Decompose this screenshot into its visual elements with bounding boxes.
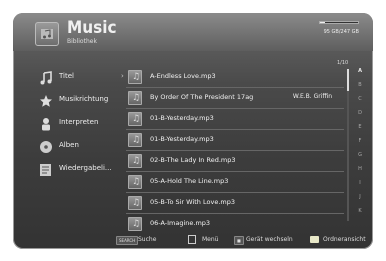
page-title: Music — [67, 18, 117, 38]
scrollbar[interactable] — [347, 69, 349, 221]
track-title: 02-B-The Lady In Red.mp3 — [150, 156, 236, 164]
alphabet-letter[interactable]: K — [355, 208, 365, 214]
list-item[interactable]: ♫ 02-B-The Lady In Red.mp3 — [126, 151, 344, 172]
menu-key-label: Menü — [202, 236, 219, 243]
alphabet-letter[interactable]: D — [355, 110, 365, 116]
screen: Music Bibliothek 95 GB/247 GB Titel › Mu… — [0, 0, 386, 261]
list-item[interactable]: ♫ 05-B-To Sir With Love.mp3 — [126, 193, 344, 214]
list-item[interactable]: ♫ By Order Of The President 17ag W.E.B. … — [126, 88, 344, 109]
search-key-badge: SEARCH — [116, 236, 139, 245]
footer-key-guide: SEARCH Suche Menü ■ Gerät wechseln Ordne… — [13, 231, 373, 249]
alphabet-letter[interactable]: E — [355, 124, 365, 130]
page-indicator: 1/10 — [337, 60, 349, 66]
sidebar-item-label: Alben — [59, 141, 79, 149]
music-file-icon: ♫ — [128, 196, 142, 210]
sidebar-item-wiedergabelisten[interactable]: Wiedergabeli... — [39, 160, 117, 180]
music-file-icon: ♫ — [128, 112, 142, 126]
sidebar-item-label: Interpreten — [59, 118, 99, 126]
alphabet-letter[interactable]: H — [355, 166, 365, 172]
track-title: 01-B-Yesterday.mp3 — [150, 135, 214, 143]
music-note-icon — [39, 70, 53, 85]
menu-icon — [188, 235, 196, 244]
track-title: 01-B-Yesterday.mp3 — [150, 114, 214, 122]
alphabet-letter[interactable]: F — [355, 138, 365, 144]
sidebar-item-alben[interactable]: Alben — [39, 137, 117, 157]
storage-bar — [319, 21, 359, 24]
folder-view-label: Ordneransicht — [323, 236, 366, 243]
storage-indicator: 95 GB/247 GB — [319, 21, 359, 35]
track-artist: W.E.B. Griffin — [292, 93, 332, 100]
page-subtitle: Bibliothek — [67, 38, 97, 45]
track-title: A-Endless Love.mp3 — [150, 72, 216, 80]
scrollbar-thumb[interactable] — [347, 69, 349, 91]
storage-text: 95 GB/247 GB — [323, 29, 359, 35]
alphabet-letter[interactable]: C — [355, 96, 365, 102]
track-title: 05-A-Hold The Line.mp3 — [150, 177, 229, 185]
track-title: 05-B-To Sir With Love.mp3 — [150, 198, 235, 206]
device-key-badge: ■ — [234, 236, 244, 245]
search-key-label: Suche — [138, 236, 157, 243]
music-library-panel: Music Bibliothek 95 GB/247 GB Titel › Mu… — [13, 13, 373, 249]
alphabet-letter[interactable]: I — [355, 180, 365, 186]
music-folder-icon — [35, 22, 59, 46]
playlist-icon — [39, 162, 53, 176]
sidebar-item-label: Musikrichtung — [59, 95, 109, 103]
music-file-icon: ♫ — [128, 91, 142, 105]
alphabet-letter[interactable]: B — [355, 82, 365, 88]
track-title: 06-A-Imagine.mp3 — [150, 219, 211, 227]
music-file-icon: ♫ — [128, 217, 142, 231]
alphabet-letter[interactable]: G — [355, 152, 365, 158]
list-item[interactable]: ♫ A-Endless Love.mp3 — [126, 67, 344, 88]
list-item[interactable]: ♫ 05-A-Hold The Line.mp3 — [126, 172, 344, 193]
alphabet-letter[interactable]: J — [355, 194, 365, 200]
storage-fill — [320, 22, 326, 23]
list-item[interactable]: ♫ 01-B-Yesterday.mp3 — [126, 109, 344, 130]
sidebar-item-titel[interactable]: Titel › — [39, 68, 124, 88]
music-file-icon: ♫ — [128, 133, 142, 147]
music-file-icon: ♫ — [128, 175, 142, 189]
yellow-key-icon — [310, 236, 319, 243]
sidebar-item-musikrichtung[interactable]: Musikrichtung — [39, 91, 117, 111]
disc-icon — [39, 139, 53, 153]
music-file-icon: ♫ — [128, 70, 142, 84]
chevron-right-icon: › — [121, 72, 124, 80]
sidebar-item-label: Titel — [59, 72, 75, 80]
list-item[interactable]: ♫ 01-B-Yesterday.mp3 — [126, 130, 344, 151]
music-file-icon: ♫ — [128, 154, 142, 168]
sidebar-item-interpreten[interactable]: Interpreten — [39, 114, 117, 134]
star-icon — [39, 93, 53, 107]
track-title: By Order Of The President 17ag — [150, 93, 254, 101]
device-key-label: Gerät wechseln — [246, 236, 293, 243]
alphabet-letter[interactable]: A — [355, 68, 365, 74]
header: Music Bibliothek 95 GB/247 GB — [13, 13, 373, 51]
sidebar-item-label: Wiedergabeli... — [59, 164, 112, 172]
person-icon — [39, 116, 53, 131]
